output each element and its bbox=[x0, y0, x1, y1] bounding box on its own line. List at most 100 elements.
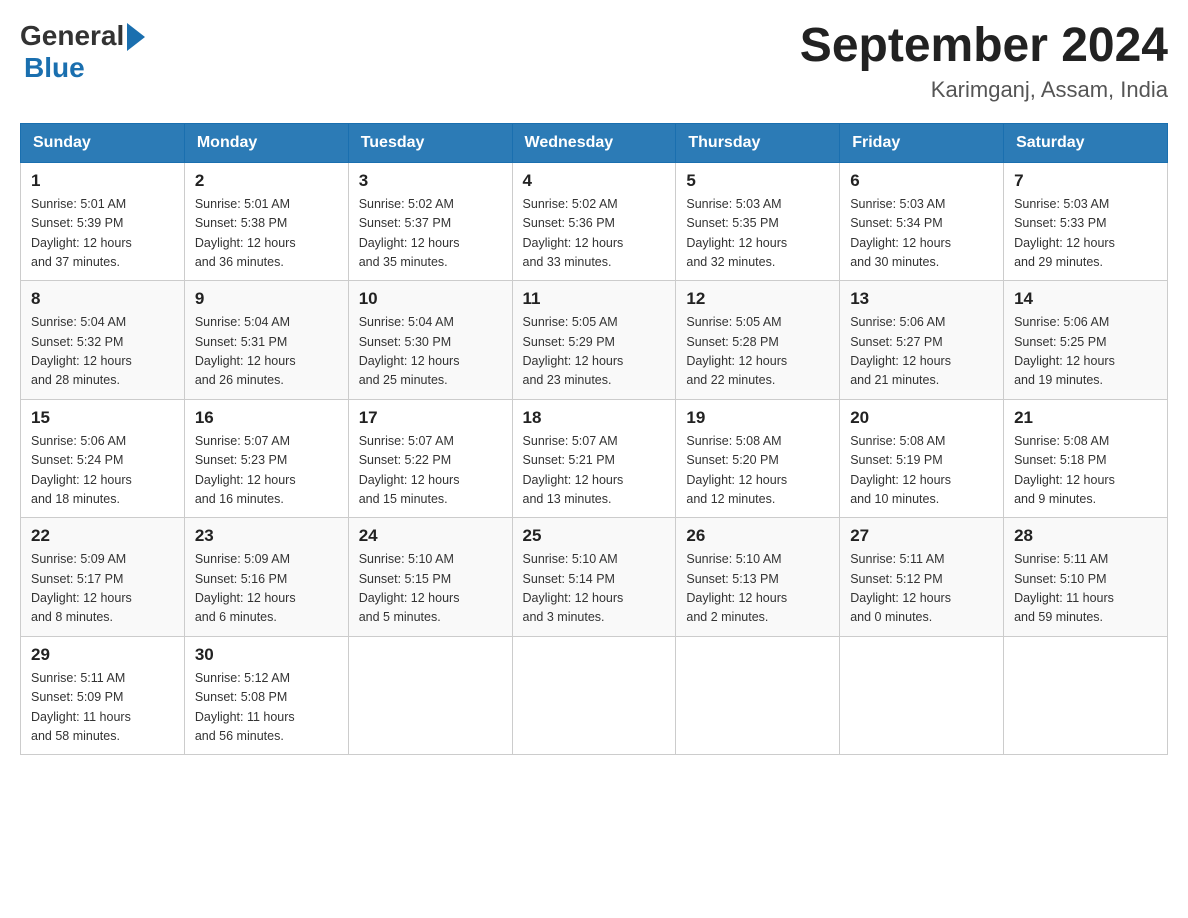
table-row: 11Sunrise: 5:05 AMSunset: 5:29 PMDayligh… bbox=[512, 281, 676, 400]
table-row: 12Sunrise: 5:05 AMSunset: 5:28 PMDayligh… bbox=[676, 281, 840, 400]
table-row: 24 Sunrise: 5:10 AMSunset: 5:15 PMDayligh… bbox=[348, 518, 512, 637]
day-info: Sunrise: 5:04 AMSunset: 5:32 PMDaylight:… bbox=[31, 313, 174, 391]
day-number: 22 bbox=[31, 526, 174, 546]
logo-blue-text: Blue bbox=[24, 52, 85, 84]
page-header: General Blue September 2024 Karimganj, A… bbox=[20, 20, 1168, 103]
day-info: Sunrise: 5:01 AMSunset: 5:39 PMDaylight:… bbox=[31, 195, 174, 273]
table-row: 8 Sunrise: 5:04 AMSunset: 5:32 PMDaylight… bbox=[21, 281, 185, 400]
day-info: Sunrise: 5:08 AMSunset: 5:19 PMDaylight:… bbox=[850, 432, 993, 510]
day-info: Sunrise: 5:02 AMSunset: 5:36 PMDaylight:… bbox=[523, 195, 666, 273]
calendar-week-row: 1Sunrise: 5:01 AMSunset: 5:39 PMDaylight… bbox=[21, 162, 1168, 281]
table-row: 10Sunrise: 5:04 AMSunset: 5:30 PMDayligh… bbox=[348, 281, 512, 400]
day-info: Sunrise: 5:04 AMSunset: 5:30 PMDaylight:… bbox=[359, 313, 502, 391]
day-info: Sunrise: 5:07 AMSunset: 5:21 PMDaylight:… bbox=[523, 432, 666, 510]
day-info: Sunrise: 5:09 AMSunset: 5:17 PMDaylight:… bbox=[31, 550, 174, 628]
table-row: 1Sunrise: 5:01 AMSunset: 5:39 PMDaylight… bbox=[21, 162, 185, 281]
day-number: 4 bbox=[523, 171, 666, 191]
logo-arrow-icon bbox=[127, 23, 145, 51]
title-section: September 2024 Karimganj, Assam, India bbox=[800, 20, 1168, 103]
day-number: 19 bbox=[686, 408, 829, 428]
day-info: Sunrise: 5:10 AMSunset: 5:13 PMDaylight:… bbox=[686, 550, 829, 628]
day-info: Sunrise: 5:06 AMSunset: 5:27 PMDaylight:… bbox=[850, 313, 993, 391]
table-row: 15 Sunrise: 5:06 AMSunset: 5:24 PMDayligh… bbox=[21, 399, 185, 518]
day-number: 29 bbox=[31, 645, 174, 665]
calendar-table: Sunday Monday Tuesday Wednesday Thursday… bbox=[20, 123, 1168, 756]
day-number: 12 bbox=[686, 289, 829, 309]
day-number: 24 bbox=[359, 526, 502, 546]
day-info: Sunrise: 5:10 AMSunset: 5:14 PMDaylight:… bbox=[523, 550, 666, 628]
table-row: 13 Sunrise: 5:06 AMSunset: 5:27 PMDayligh… bbox=[840, 281, 1004, 400]
table-row: 4 Sunrise: 5:02 AMSunset: 5:36 PMDaylight… bbox=[512, 162, 676, 281]
calendar-week-row: 29 Sunrise: 5:11 AMSunset: 5:09 PMDayligh… bbox=[21, 636, 1168, 755]
day-number: 30 bbox=[195, 645, 338, 665]
day-number: 6 bbox=[850, 171, 993, 191]
day-info: Sunrise: 5:08 AMSunset: 5:18 PMDaylight:… bbox=[1014, 432, 1157, 510]
table-row: 21 Sunrise: 5:08 AMSunset: 5:18 PMDayligh… bbox=[1004, 399, 1168, 518]
day-info: Sunrise: 5:06 AMSunset: 5:24 PMDaylight:… bbox=[31, 432, 174, 510]
table-row bbox=[676, 636, 840, 755]
table-row: 25 Sunrise: 5:10 AMSunset: 5:14 PMDayligh… bbox=[512, 518, 676, 637]
table-row: 19Sunrise: 5:08 AMSunset: 5:20 PMDayligh… bbox=[676, 399, 840, 518]
day-number: 28 bbox=[1014, 526, 1157, 546]
day-info: Sunrise: 5:12 AMSunset: 5:08 PMDaylight:… bbox=[195, 669, 338, 747]
day-number: 5 bbox=[686, 171, 829, 191]
month-title: September 2024 bbox=[800, 20, 1168, 73]
header-wednesday: Wednesday bbox=[512, 123, 676, 162]
table-row: 30 Sunrise: 5:12 AMSunset: 5:08 PMDayligh… bbox=[184, 636, 348, 755]
table-row: 14 Sunrise: 5:06 AMSunset: 5:25 PMDayligh… bbox=[1004, 281, 1168, 400]
day-info: Sunrise: 5:07 AMSunset: 5:23 PMDaylight:… bbox=[195, 432, 338, 510]
calendar-week-row: 22 Sunrise: 5:09 AMSunset: 5:17 PMDayligh… bbox=[21, 518, 1168, 637]
day-number: 23 bbox=[195, 526, 338, 546]
day-info: Sunrise: 5:09 AMSunset: 5:16 PMDaylight:… bbox=[195, 550, 338, 628]
table-row: 7Sunrise: 5:03 AMSunset: 5:33 PMDaylight… bbox=[1004, 162, 1168, 281]
table-row: 17Sunrise: 5:07 AMSunset: 5:22 PMDayligh… bbox=[348, 399, 512, 518]
table-row: 9 Sunrise: 5:04 AMSunset: 5:31 PMDaylight… bbox=[184, 281, 348, 400]
day-info: Sunrise: 5:10 AMSunset: 5:15 PMDaylight:… bbox=[359, 550, 502, 628]
day-number: 8 bbox=[31, 289, 174, 309]
day-number: 25 bbox=[523, 526, 666, 546]
table-row: 3Sunrise: 5:02 AMSunset: 5:37 PMDaylight… bbox=[348, 162, 512, 281]
day-info: Sunrise: 5:11 AMSunset: 5:09 PMDaylight:… bbox=[31, 669, 174, 747]
day-number: 26 bbox=[686, 526, 829, 546]
table-row: 18 Sunrise: 5:07 AMSunset: 5:21 PMDayligh… bbox=[512, 399, 676, 518]
table-row: 29 Sunrise: 5:11 AMSunset: 5:09 PMDayligh… bbox=[21, 636, 185, 755]
table-row: 5 Sunrise: 5:03 AMSunset: 5:35 PMDaylight… bbox=[676, 162, 840, 281]
day-info: Sunrise: 5:03 AMSunset: 5:35 PMDaylight:… bbox=[686, 195, 829, 273]
logo-general-text: General bbox=[20, 20, 124, 52]
calendar-header-row: Sunday Monday Tuesday Wednesday Thursday… bbox=[21, 123, 1168, 162]
day-number: 13 bbox=[850, 289, 993, 309]
calendar-week-row: 15 Sunrise: 5:06 AMSunset: 5:24 PMDayligh… bbox=[21, 399, 1168, 518]
table-row: 16 Sunrise: 5:07 AMSunset: 5:23 PMDayligh… bbox=[184, 399, 348, 518]
day-number: 20 bbox=[850, 408, 993, 428]
location-text: Karimganj, Assam, India bbox=[800, 77, 1168, 103]
table-row: 26 Sunrise: 5:10 AMSunset: 5:13 PMDayligh… bbox=[676, 518, 840, 637]
day-number: 18 bbox=[523, 408, 666, 428]
day-number: 21 bbox=[1014, 408, 1157, 428]
table-row: 23 Sunrise: 5:09 AMSunset: 5:16 PMDayligh… bbox=[184, 518, 348, 637]
day-number: 15 bbox=[31, 408, 174, 428]
header-friday: Friday bbox=[840, 123, 1004, 162]
day-number: 16 bbox=[195, 408, 338, 428]
calendar-week-row: 8 Sunrise: 5:04 AMSunset: 5:32 PMDaylight… bbox=[21, 281, 1168, 400]
day-info: Sunrise: 5:02 AMSunset: 5:37 PMDaylight:… bbox=[359, 195, 502, 273]
table-row bbox=[512, 636, 676, 755]
table-row bbox=[348, 636, 512, 755]
table-row bbox=[840, 636, 1004, 755]
day-info: Sunrise: 5:07 AMSunset: 5:22 PMDaylight:… bbox=[359, 432, 502, 510]
table-row: 6Sunrise: 5:03 AMSunset: 5:34 PMDaylight… bbox=[840, 162, 1004, 281]
day-info: Sunrise: 5:03 AMSunset: 5:33 PMDaylight:… bbox=[1014, 195, 1157, 273]
header-tuesday: Tuesday bbox=[348, 123, 512, 162]
day-number: 9 bbox=[195, 289, 338, 309]
day-number: 27 bbox=[850, 526, 993, 546]
table-row bbox=[1004, 636, 1168, 755]
day-number: 14 bbox=[1014, 289, 1157, 309]
table-row: 28 Sunrise: 5:11 AMSunset: 5:10 PMDayligh… bbox=[1004, 518, 1168, 637]
header-saturday: Saturday bbox=[1004, 123, 1168, 162]
header-thursday: Thursday bbox=[676, 123, 840, 162]
header-monday: Monday bbox=[184, 123, 348, 162]
day-info: Sunrise: 5:06 AMSunset: 5:25 PMDaylight:… bbox=[1014, 313, 1157, 391]
day-info: Sunrise: 5:04 AMSunset: 5:31 PMDaylight:… bbox=[195, 313, 338, 391]
day-info: Sunrise: 5:11 AMSunset: 5:10 PMDaylight:… bbox=[1014, 550, 1157, 628]
table-row: 22 Sunrise: 5:09 AMSunset: 5:17 PMDayligh… bbox=[21, 518, 185, 637]
day-info: Sunrise: 5:11 AMSunset: 5:12 PMDaylight:… bbox=[850, 550, 993, 628]
